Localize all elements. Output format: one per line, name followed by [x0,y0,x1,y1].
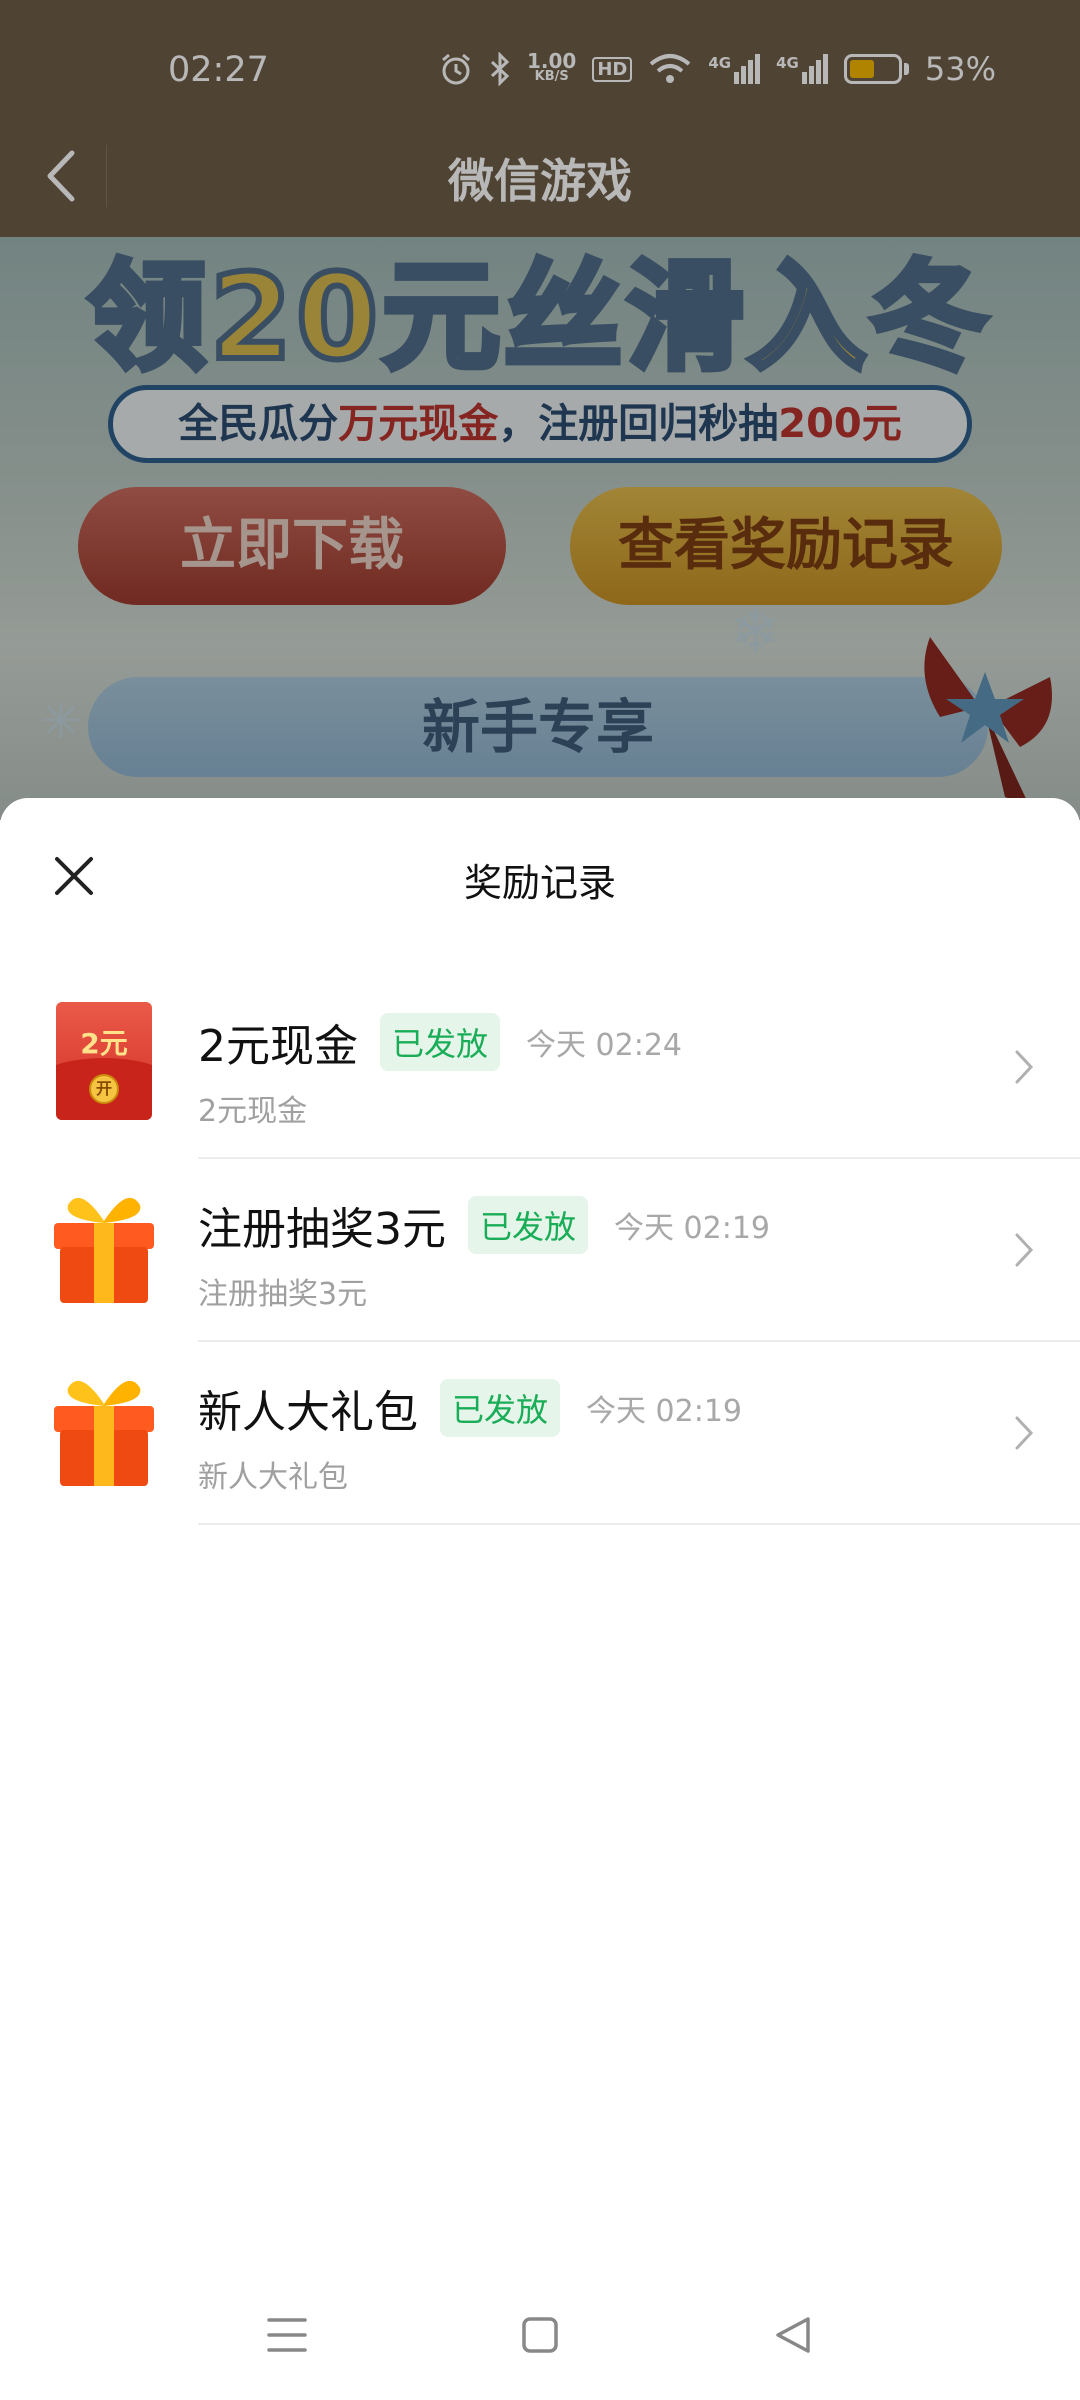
reward-time: 今天 02:19 [586,1394,743,1429]
red-packet-icon: 2元 开 [50,1002,158,1126]
chevron-right-icon [1004,1042,1044,1092]
reward-description: 注册抽奖3元 [198,1277,368,1312]
triangle-back-icon [776,2317,811,2353]
reward-description: 2元现金 [198,1094,308,1129]
home-icon [522,2317,558,2353]
reward-time: 今天 02:19 [614,1211,771,1246]
menu-button[interactable] [247,2295,327,2375]
modal-overlay[interactable] [0,0,1080,820]
menu-icon [266,2318,307,2352]
status-badge: 已发放 [468,1196,589,1254]
divider [198,1523,1080,1525]
reward-header: 注册抽奖3元 已发放 今天 02:19 [198,1193,770,1257]
home-button[interactable] [500,2295,580,2375]
chevron-right-icon [1004,1408,1044,1458]
reward-name: 新人大礼包 [198,1387,418,1438]
red-packet-open-coin: 开 [89,1074,119,1104]
red-packet-amount: 2元 [80,1027,128,1060]
reward-header: 新人大礼包 已发放 今天 02:19 [198,1376,742,1440]
reward-name: 注册抽奖3元 [198,1204,446,1255]
status-badge: 已发放 [440,1379,561,1437]
system-back-button[interactable] [753,2295,833,2375]
system-nav-bar [0,2270,1080,2400]
reward-description: 新人大礼包 [198,1460,348,1495]
gift-box-icon [50,1368,158,1492]
reward-records-sheet: 奖励记录 2元 开 2元现金 已发放 今天 02:24 2元现金 注册抽奖3元 … [0,798,1080,2400]
sheet-title: 奖励记录 [463,861,616,905]
reward-name: 2元现金 [198,1021,358,1072]
gift-box-icon [50,1185,158,1309]
chevron-right-icon [1004,1225,1044,1275]
reward-header: 2元现金 已发放 今天 02:24 [198,1010,682,1074]
reward-item[interactable]: 注册抽奖3元 已发放 今天 02:19 注册抽奖3元 [0,1159,1080,1342]
status-badge: 已发放 [380,1013,501,1071]
reward-item[interactable]: 2元 开 2元现金 已发放 今天 02:24 2元现金 [0,976,1080,1159]
red-packet-graphic: 2元 开 [56,1002,152,1120]
reward-list: 2元 开 2元现金 已发放 今天 02:24 2元现金 注册抽奖3元 已发放 今… [0,976,1080,1525]
reward-item[interactable]: 新人大礼包 已发放 今天 02:19 新人大礼包 [0,1342,1080,1525]
reward-time: 今天 02:24 [526,1028,683,1063]
